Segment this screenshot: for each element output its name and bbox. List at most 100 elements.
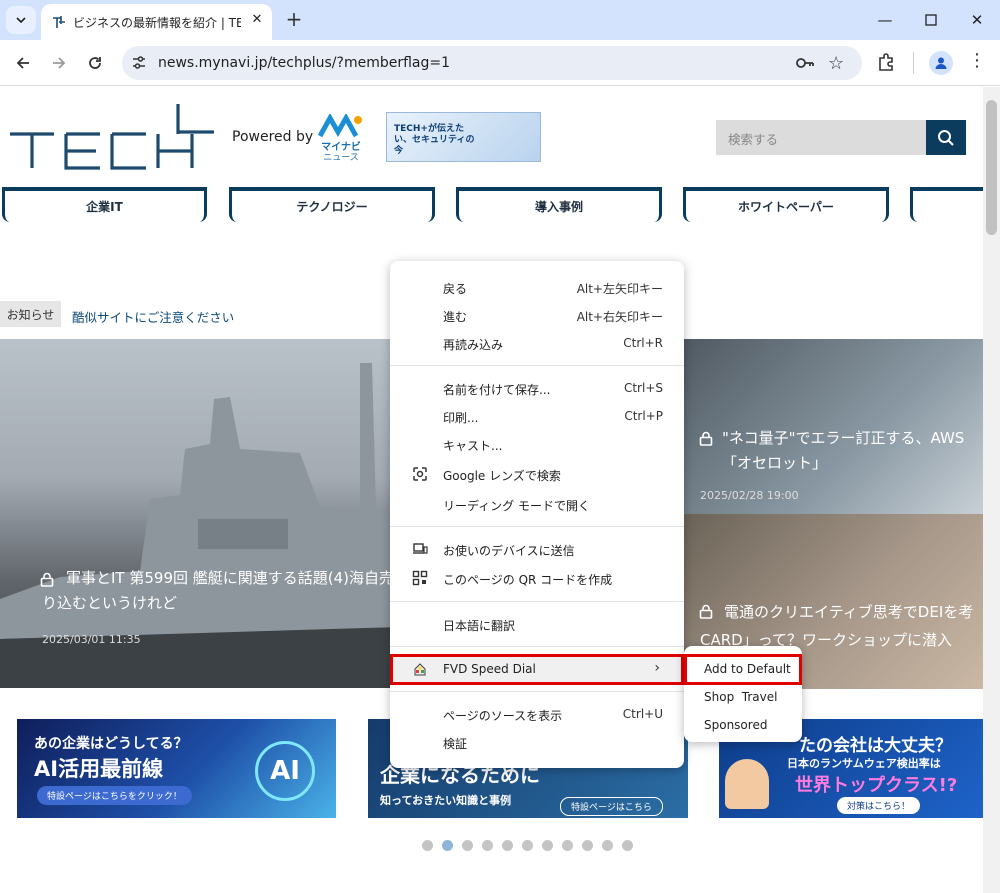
minimize-button[interactable]: — bbox=[862, 0, 908, 40]
menu-shortcut: Ctrl+U bbox=[622, 707, 663, 721]
site-info-icon[interactable] bbox=[130, 54, 148, 76]
key-icon[interactable] bbox=[795, 55, 815, 75]
carousel-dot[interactable] bbox=[602, 840, 613, 851]
hero-article-date: 2025/03/01 11:35 bbox=[42, 633, 141, 646]
nav-tab-technology[interactable]: テクノロジー bbox=[229, 187, 435, 222]
menu-item-google-lens[interactable]: Google レンズで検索 bbox=[390, 460, 684, 488]
menu-separator bbox=[390, 365, 684, 366]
header-ad-banner[interactable]: TECH+が伝えたい、セキュリティの今 bbox=[386, 112, 541, 162]
avatar-icon bbox=[935, 57, 947, 69]
arrow-right-icon bbox=[53, 57, 66, 69]
article-card-title[interactable]: "ネコ量子"でエラー訂正する、AWS「オセロット」 bbox=[722, 426, 984, 476]
google-lens-icon bbox=[413, 467, 427, 481]
menu-item-inspect[interactable]: 検証 bbox=[390, 728, 684, 756]
menu-item-print[interactable]: 印刷... Ctrl+P bbox=[390, 402, 684, 430]
nav-tab-label: 導入事例 bbox=[534, 200, 583, 214]
menu-item-qr-code[interactable]: このページの QR コードを作成 bbox=[390, 564, 684, 592]
favicon-icon bbox=[53, 16, 65, 28]
menu-item-label: Google レンズで検索 bbox=[443, 469, 561, 483]
reload-button[interactable] bbox=[80, 48, 110, 78]
nav-tab-label: 企業IT bbox=[86, 200, 123, 214]
submenu-item-sponsored[interactable]: Sponsored bbox=[704, 718, 767, 732]
carousel-dot[interactable] bbox=[582, 840, 593, 851]
carousel-dot[interactable] bbox=[502, 840, 513, 851]
news-text: ニュース bbox=[323, 153, 359, 163]
menu-shortcut: Ctrl+R bbox=[623, 336, 663, 350]
carousel-dot[interactable] bbox=[482, 840, 493, 851]
menu-item-view-source[interactable]: ページのソースを表示 Ctrl+U bbox=[390, 700, 684, 728]
carousel-dot[interactable] bbox=[542, 840, 553, 851]
nav-tab-enterprise-it[interactable]: 企業IT bbox=[2, 187, 207, 222]
menu-item-send-to-devices[interactable]: お使いのデバイスに送信 bbox=[390, 535, 684, 563]
menu-item-cast[interactable]: キャスト... bbox=[390, 430, 684, 458]
menu-item-label: 戻る bbox=[443, 282, 468, 296]
menu-separator bbox=[390, 691, 684, 692]
banner-subline: 知っておきたい知識と事例 bbox=[380, 794, 512, 807]
bookmark-star-icon[interactable]: ☆ bbox=[828, 53, 844, 74]
search-placeholder: 検索する bbox=[728, 132, 779, 147]
menu-shortcut: Alt+左矢印キー bbox=[576, 282, 663, 296]
menu-item-label: このページの QR コードを作成 bbox=[443, 573, 613, 587]
menu-item-label: 再読み込み bbox=[443, 338, 504, 352]
carousel-dot[interactable] bbox=[462, 840, 473, 851]
new-tab-button[interactable]: + bbox=[283, 7, 305, 31]
notice-link[interactable]: 酷似サイトにご注意ください bbox=[72, 307, 234, 326]
maximize-button[interactable] bbox=[908, 0, 954, 40]
browser-tab[interactable]: ビジネスの最新情報を紹介 | TECH+ bbox=[41, 4, 272, 40]
menu-item-translate[interactable]: 日本語に翻訳 bbox=[390, 610, 684, 638]
nav-tab-whitepapers[interactable]: ホワイトペーパー bbox=[683, 187, 889, 222]
banner-subline: 日本のランサムウェア検出率は bbox=[787, 757, 941, 770]
menu-shortcut: Alt+右矢印キー bbox=[576, 310, 663, 324]
menu-kebab-icon[interactable]: ⋮ bbox=[968, 52, 986, 70]
nav-tab-more[interactable] bbox=[910, 187, 983, 222]
chevron-down-icon bbox=[16, 17, 26, 24]
menu-shortcut: Ctrl+S bbox=[623, 381, 663, 395]
carousel-dot[interactable] bbox=[562, 840, 573, 851]
notice-label: お知らせ bbox=[0, 301, 61, 327]
tab-search-button[interactable] bbox=[6, 6, 36, 34]
toolbar-divider bbox=[913, 52, 914, 74]
profile-button[interactable] bbox=[929, 51, 953, 75]
back-button[interactable] bbox=[8, 48, 38, 78]
menu-item-save-as[interactable]: 名前を付けて保存... Ctrl+S bbox=[390, 374, 684, 402]
forward-button[interactable] bbox=[44, 48, 74, 78]
carousel-dot[interactable] bbox=[522, 840, 533, 851]
techplus-logo[interactable] bbox=[8, 100, 216, 172]
mynavi-mark-icon bbox=[317, 112, 362, 138]
menu-separator bbox=[390, 601, 684, 602]
nav-tab-label: テクノロジー bbox=[296, 200, 368, 214]
menu-item-label: 日本語に翻訳 bbox=[443, 619, 516, 633]
close-tab-icon[interactable]: ✕ bbox=[248, 10, 266, 28]
menu-shortcut: Ctrl+P bbox=[624, 409, 663, 423]
url-text[interactable]: news.mynavi.jp/techplus/?memberflag=1 bbox=[158, 55, 450, 71]
lock-icon bbox=[699, 431, 713, 450]
menu-item-forward[interactable]: 進む Alt+右矢印キー bbox=[390, 301, 684, 329]
banner-cta: 特設ページはこちら bbox=[560, 797, 663, 816]
menu-item-reading-mode[interactable]: リーディング モードで開く bbox=[390, 490, 684, 518]
menu-item-label: キャスト... bbox=[443, 439, 503, 453]
close-window-button[interactable]: ✕ bbox=[954, 0, 1000, 40]
promo-banner-ai[interactable]: あの企業はどうしてる？ AI活用最前線 AI 特設ページはこちらをクリック！ bbox=[17, 719, 336, 818]
menu-item-label: 進む bbox=[443, 310, 468, 324]
extensions-icon[interactable] bbox=[876, 52, 896, 76]
submenu-item-shop-travel[interactable]: Shop Travel bbox=[704, 690, 777, 704]
banner-headline: たの会社は大丈夫？ bbox=[799, 736, 952, 756]
hero-article-title[interactable]: 軍事とIT 第599回 艦艇に関連する話題(4)海自売り込むというけれど bbox=[42, 566, 402, 616]
banner-headline: AI活用最前線 bbox=[34, 757, 164, 781]
nav-tab-case-studies[interactable]: 導入事例 bbox=[456, 187, 662, 222]
carousel-dot[interactable] bbox=[422, 840, 433, 851]
menu-item-reload[interactable]: 再読み込み Ctrl+R bbox=[390, 329, 684, 357]
search-button[interactable] bbox=[926, 120, 966, 155]
menu-separator bbox=[390, 526, 684, 527]
menu-item-label: ページのソースを表示 bbox=[443, 709, 563, 723]
tab-title: ビジネスの最新情報を紹介 | TECH+ bbox=[73, 15, 241, 30]
menu-item-back[interactable]: 戻る Alt+左矢印キー bbox=[390, 273, 684, 301]
header-ad-text: TECH+が伝えたい、セキュリティの今 bbox=[394, 124, 475, 156]
carousel-dot[interactable] bbox=[622, 840, 633, 851]
mynavi-news-logo[interactable]: マイナビ ニュース bbox=[317, 112, 364, 163]
scrollbar-thumb[interactable] bbox=[986, 100, 997, 235]
powered-by-label: Powered by bbox=[232, 129, 314, 145]
carousel-dot[interactable] bbox=[442, 840, 453, 851]
menu-item-label: リーディング モードで開く bbox=[443, 499, 590, 513]
banner-cta: 特設ページはこちらをクリック！ bbox=[37, 786, 192, 805]
